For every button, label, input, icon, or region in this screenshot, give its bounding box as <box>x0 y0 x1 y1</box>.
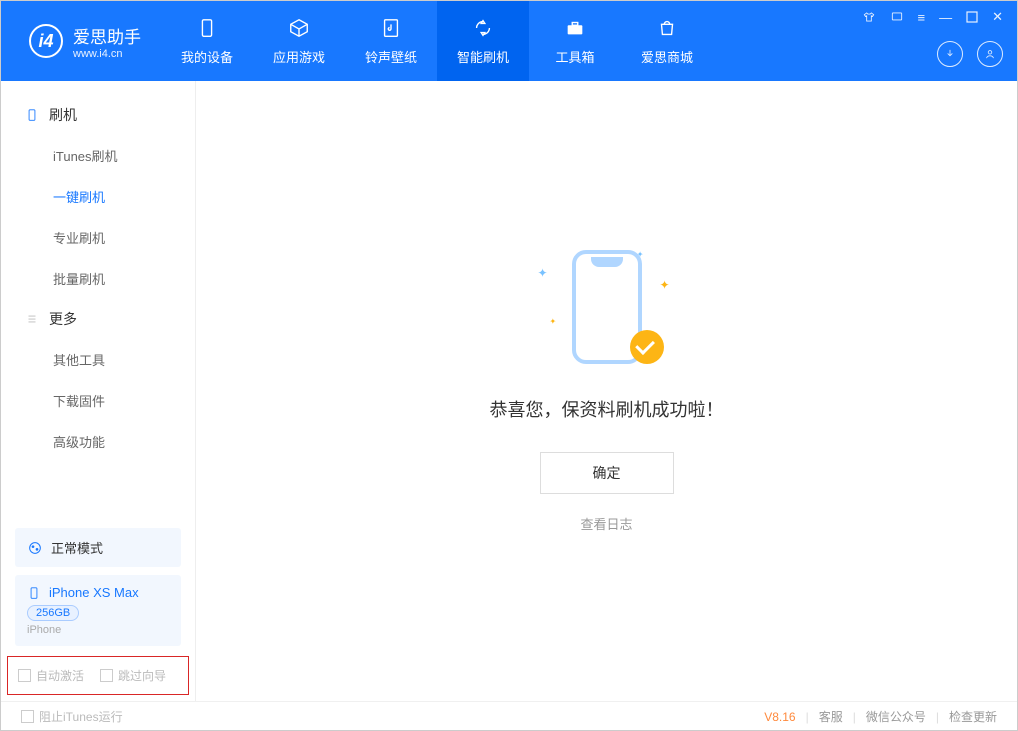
checkbox-icon <box>18 669 31 682</box>
sidebar-item-itunes-flash[interactable]: iTunes刷机 <box>1 135 195 176</box>
nav-ringtones[interactable]: 铃声壁纸 <box>345 1 437 81</box>
close-button[interactable]: ✕ <box>992 9 1003 25</box>
logo-title: 爱思助手 <box>73 23 141 48</box>
nav-apps[interactable]: 应用游戏 <box>253 1 345 81</box>
wechat-link[interactable]: 微信公众号 <box>866 708 926 725</box>
music-file-icon <box>380 17 402 39</box>
logo: i4 爱思助手 www.i4.cn <box>1 23 161 60</box>
auto-activate-checkbox[interactable]: 自动激活 <box>18 667 84 684</box>
checkbox-label: 自动激活 <box>36 667 84 684</box>
nav-label: 铃声壁纸 <box>365 47 417 66</box>
logo-subtitle: www.i4.cn <box>73 48 141 60</box>
nav-label: 工具箱 <box>555 47 594 66</box>
window-controls: ≡ — ✕ <box>862 9 1004 25</box>
sidebar-item-one-click-flash[interactable]: 一键刷机 <box>1 176 195 217</box>
sidebar-group-label: 更多 <box>49 309 77 329</box>
checkbox-icon <box>21 710 34 723</box>
check-update-link[interactable]: 检查更新 <box>949 708 997 725</box>
nav-label: 智能刷机 <box>457 47 509 66</box>
minimize-button[interactable]: — <box>939 9 952 25</box>
menu-icon[interactable]: ≡ <box>918 9 926 25</box>
sidebar-item-download-firmware[interactable]: 下载固件 <box>1 380 195 421</box>
customer-service-link[interactable]: 客服 <box>819 708 843 725</box>
cube-icon <box>288 17 310 39</box>
sidebar: 刷机 iTunes刷机 一键刷机 专业刷机 批量刷机 更多 其他工具 下载固件 … <box>1 81 196 701</box>
mode-icon <box>27 540 43 556</box>
download-button[interactable] <box>937 41 963 67</box>
sidebar-item-pro-flash[interactable]: 专业刷机 <box>1 217 195 258</box>
nav-my-device[interactable]: 我的设备 <box>161 1 253 81</box>
bag-icon <box>656 17 678 39</box>
nav-label: 爱思商城 <box>641 47 693 66</box>
nav-store[interactable]: 爱思商城 <box>621 1 713 81</box>
mode-box[interactable]: 正常模式 <box>15 528 181 567</box>
phone-icon <box>196 17 218 39</box>
nav-label: 我的设备 <box>181 47 233 66</box>
nav-flash[interactable]: 智能刷机 <box>437 1 529 81</box>
device-type: iPhone <box>27 624 169 636</box>
view-log-link[interactable]: 查看日志 <box>580 514 632 533</box>
main-content: ✦✦✦✦ 恭喜您，保资料刷机成功啦！ 确定 查看日志 <box>196 81 1017 701</box>
top-nav: 我的设备 应用游戏 铃声壁纸 智能刷机 工具箱 爱思商城 <box>161 1 713 81</box>
logo-icon: i4 <box>29 24 63 58</box>
success-message: 恭喜您，保资料刷机成功啦！ <box>490 396 724 422</box>
device-box[interactable]: iPhone XS Max 256GB iPhone <box>15 575 181 646</box>
sidebar-item-other-tools[interactable]: 其他工具 <box>1 339 195 380</box>
checkbox-label: 阻止iTunes运行 <box>39 708 123 725</box>
options-row: 自动激活 跳过向导 <box>7 656 189 695</box>
list-icon <box>25 312 39 326</box>
success-illustration: ✦✦✦✦ <box>532 250 682 370</box>
device-name: iPhone XS Max <box>49 585 139 600</box>
checkmark-badge-icon <box>630 330 664 364</box>
version-label: V8.16 <box>764 710 795 724</box>
refresh-icon <box>472 17 494 39</box>
footer: 阻止iTunes运行 V8.16 | 客服 | 微信公众号 | 检查更新 <box>1 701 1017 731</box>
sidebar-group-flash: 刷机 <box>1 95 195 135</box>
sidebar-group-label: 刷机 <box>49 105 77 125</box>
phone-icon <box>25 108 39 122</box>
nav-label: 应用游戏 <box>273 47 325 66</box>
skip-guide-checkbox[interactable]: 跳过向导 <box>100 667 166 684</box>
checkbox-icon <box>100 669 113 682</box>
account-button[interactable] <box>977 41 1003 67</box>
toolbox-icon <box>564 17 586 39</box>
mode-label: 正常模式 <box>51 538 103 557</box>
app-header: i4 爱思助手 www.i4.cn 我的设备 应用游戏 铃声壁纸 智能刷机 工具… <box>1 1 1017 81</box>
device-capacity: 256GB <box>27 605 79 621</box>
tshirt-icon[interactable] <box>862 9 876 25</box>
feedback-icon[interactable] <box>890 9 904 25</box>
ok-button[interactable]: 确定 <box>540 452 674 494</box>
checkbox-label: 跳过向导 <box>118 667 166 684</box>
sidebar-group-more: 更多 <box>1 299 195 339</box>
maximize-button[interactable] <box>966 9 978 25</box>
sidebar-item-advanced[interactable]: 高级功能 <box>1 421 195 462</box>
block-itunes-checkbox[interactable]: 阻止iTunes运行 <box>21 708 123 725</box>
device-icon <box>27 586 41 600</box>
nav-toolbox[interactable]: 工具箱 <box>529 1 621 81</box>
sidebar-item-batch-flash[interactable]: 批量刷机 <box>1 258 195 299</box>
